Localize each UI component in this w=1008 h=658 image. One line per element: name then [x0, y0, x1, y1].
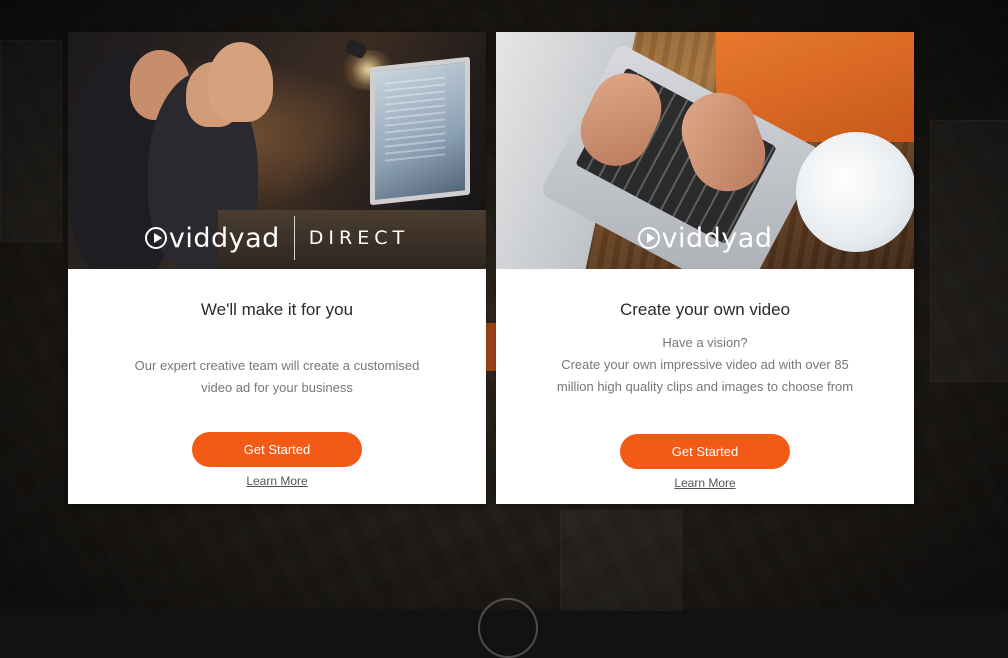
logo-divider: [293, 216, 295, 260]
viddyad-logo: viddyad: [496, 218, 914, 258]
logo-sub-text: DIRECT: [308, 227, 410, 249]
play-circle-icon: [144, 227, 167, 249]
description-line: million high quality clips and images to…: [556, 379, 854, 394]
learn-more-link[interactable]: Learn More: [246, 474, 307, 488]
viddyad-direct-logo: viddyad DIRECT: [68, 216, 486, 260]
card-title: Create your own video: [619, 300, 791, 319]
background-building: [930, 120, 1008, 382]
logo-brand-text: viddyad: [168, 222, 280, 254]
card-body: We'll make it for you Our expert creativ…: [68, 299, 486, 490]
background-circle: [478, 598, 538, 658]
card-description: Have a vision? Create your own impressiv…: [496, 332, 914, 398]
description-line: Have a vision?: [662, 335, 748, 350]
learn-more-link[interactable]: Learn More: [674, 476, 735, 490]
card-make-for-you: viddyad DIRECT We'll make it for you Our…: [68, 32, 486, 504]
background-building: [560, 510, 682, 611]
card-description: Our expert creative team will create a c…: [68, 355, 486, 399]
description-line: Our expert creative team will create a c…: [134, 358, 420, 373]
description-line: video ad for your business: [201, 380, 353, 395]
get-started-button[interactable]: Get Started: [192, 432, 362, 467]
card-create-own-video: viddyad Create your own video Have a vis…: [496, 32, 914, 504]
hero-image-office: viddyad DIRECT: [68, 32, 486, 269]
person-face: [208, 42, 273, 122]
play-circle-icon: [637, 227, 660, 249]
card-title: We'll make it for you: [200, 300, 354, 319]
background-accent: [486, 323, 496, 371]
description-line: Create your own impressive video ad with…: [561, 357, 849, 372]
get-started-button[interactable]: Get Started: [620, 434, 790, 469]
hero-image-laptop: viddyad: [496, 32, 914, 269]
background-building: [0, 40, 62, 242]
card-body: Create your own video Have a vision? Cre…: [496, 299, 914, 492]
computer-monitor: [370, 56, 470, 206]
logo-brand-text: viddyad: [661, 222, 773, 254]
